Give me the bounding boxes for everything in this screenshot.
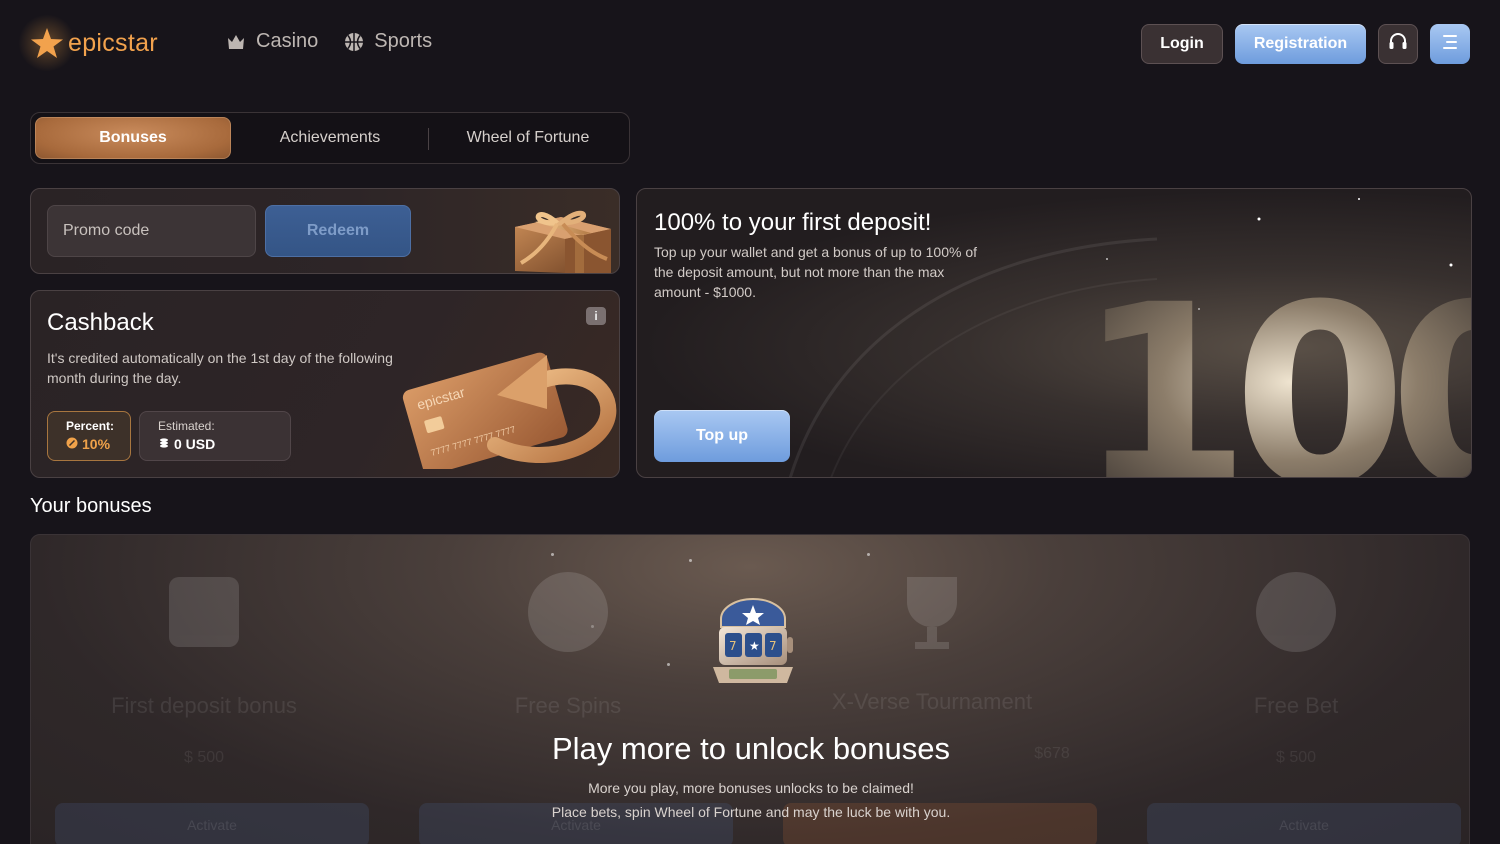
main-nav: Casino Sports [226, 30, 432, 53]
unlock-subtitle-2: Place bets, spin Wheel of Fortune and ma… [551, 804, 951, 820]
cashback-estimated-box: Estimated: 0 USD [139, 411, 291, 461]
nav-casino[interactable]: Casino [226, 30, 318, 53]
top-up-button[interactable]: Top up [654, 410, 790, 462]
coins-icon [158, 436, 170, 452]
promo-code-input[interactable] [47, 205, 256, 257]
your-bonuses-title: Your bonuses [30, 495, 152, 517]
cashback-description: It's credited automatically on the 1st d… [47, 350, 393, 386]
slot-machine-icon: 7 ★ 7 [707, 597, 799, 694]
cashback-card-illustration: epicstar 7777 7777 7777 7777 [397, 347, 619, 475]
headset-icon [1387, 31, 1409, 58]
redeem-button[interactable]: Redeem [265, 205, 411, 257]
support-button[interactable] [1378, 24, 1418, 64]
estimated-value: 0 USD [174, 436, 216, 452]
your-bonuses-panel: First deposit bonus $ 500 Activate Free … [30, 534, 1470, 844]
percent-icon [66, 436, 78, 452]
brand-name: epicstar [68, 28, 158, 57]
menu-button[interactable] [1430, 24, 1470, 64]
deposit-description: Top up your wallet and get a bonus of up… [654, 244, 978, 300]
percent-value: 10% [82, 436, 111, 452]
promo-code-card: Redeem [30, 188, 620, 274]
top-header: epicstar Casino Sports Login Registratio… [0, 0, 1500, 88]
svg-text:7: 7 [729, 639, 737, 653]
cashback-card: Cashback It's credited automatically on … [30, 290, 620, 478]
info-icon[interactable]: i [586, 307, 606, 325]
unlock-message: 7 ★ 7 Play more to unlock bonuses More y… [31, 535, 1469, 844]
cashback-title: Cashback [47, 309, 154, 336]
tab-achievements[interactable]: Achievements [231, 117, 429, 159]
estimated-label: Estimated: [158, 419, 215, 433]
deposit-title: 100% to your first deposit! [654, 209, 932, 236]
crown-icon [226, 33, 246, 51]
header-actions: Login Registration [1141, 24, 1470, 64]
basketball-icon [344, 32, 364, 52]
big-number-text: 100 [1077, 273, 1472, 478]
nav-casino-label: Casino [256, 30, 319, 52]
nav-sports[interactable]: Sports [344, 30, 432, 53]
percent-value-row: 10% [66, 436, 130, 452]
star-icon [16, 12, 78, 74]
unlock-title: Play more to unlock bonuses [551, 731, 951, 766]
percent-label: Percent: [66, 419, 115, 433]
login-button[interactable]: Login [1141, 24, 1223, 64]
svg-text:7: 7 [769, 639, 777, 653]
bonus-tabs: Bonuses Achievements Wheel of Fortune [30, 112, 630, 164]
nav-sports-label: Sports [374, 30, 433, 52]
registration-button[interactable]: Registration [1235, 24, 1366, 64]
svg-text:★: ★ [749, 639, 760, 653]
unlock-subtitle-1: More you play, more bonuses unlocks to b… [588, 780, 914, 796]
cashback-percent-box: Percent: 10% [47, 411, 131, 461]
brand-logo[interactable]: epicstar [16, 12, 158, 74]
big-100-graphic: 100 [1067, 251, 1472, 478]
tab-wheel-of-fortune[interactable]: Wheel of Fortune [429, 117, 627, 159]
first-deposit-card: 100 100% to your first deposit! Top up y… [636, 188, 1472, 478]
estimated-value-row: 0 USD [158, 436, 290, 452]
hamburger-icon [1440, 34, 1460, 55]
tab-bonuses[interactable]: Bonuses [35, 117, 231, 159]
gift-box-icon [495, 193, 619, 273]
